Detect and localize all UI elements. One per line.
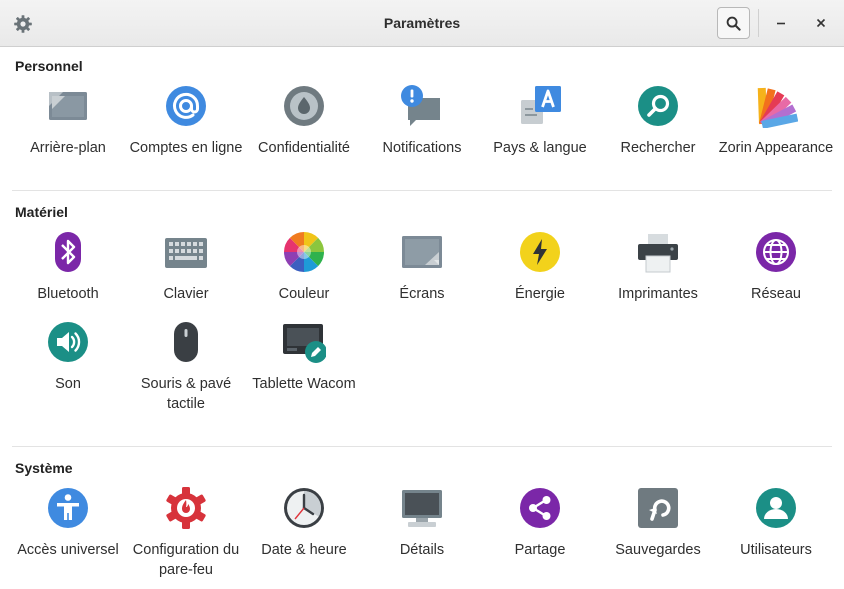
settings-item-keyboard[interactable]: Clavier [127,228,245,318]
online-accounts-icon [164,84,208,128]
titlebar-separator [758,9,759,37]
settings-item-privacy[interactable]: Confidentialité [245,82,363,172]
section-title-personnel: Personnel [15,58,83,74]
settings-item-power[interactable]: Énergie [481,228,599,318]
settings-item-sharing[interactable]: Partage [481,484,599,574]
settings-item-label: Arrière-plan [30,140,106,156]
gear-icon[interactable] [13,14,33,34]
privacy-icon [282,84,326,128]
accessibility-icon [46,486,90,530]
appearance-icon [754,84,798,128]
settings-item-accessibility[interactable]: Accès universel [9,484,127,574]
wacom-tablet-icon [282,320,326,364]
color-wheel-icon [282,230,326,274]
settings-item-background[interactable]: Arrière-plan [9,82,127,172]
settings-item-label: Clavier [163,286,209,302]
settings-item-sound[interactable]: Son [9,318,127,408]
settings-item-wacom-tablet[interactable]: Tablette Wacom [245,318,363,408]
settings-item-label: Son [55,376,81,392]
settings-item-color[interactable]: Couleur [245,228,363,318]
minimize-icon [777,22,785,25]
settings-item-label: Notifications [382,140,462,156]
settings-item-label: Comptes en ligne [129,140,243,156]
settings-item-label: Bluetooth [37,286,99,302]
settings-item-backups[interactable]: Sauvegardes [599,484,717,574]
settings-item-label: Réseau [751,286,801,302]
settings-item-label: Date & heure [261,542,347,558]
personnel-grid: Arrière-plan Comptes en ligne Confidenti… [9,82,835,172]
settings-item-search[interactable]: Rechercher [599,82,717,172]
bluetooth-icon [46,230,90,274]
settings-item-label: Partage [514,542,566,558]
section-divider [12,446,832,447]
search-icon [636,84,680,128]
settings-item-printers[interactable]: Imprimantes [599,228,717,318]
settings-item-label: Imprimantes [618,286,698,302]
firewall-icon [164,486,208,530]
sound-icon [46,320,90,364]
settings-item-label: Énergie [515,286,565,302]
section-title-systeme: Système [15,460,73,476]
region-language-icon [518,84,562,128]
settings-item-displays[interactable]: Écrans [363,228,481,318]
settings-item-label: Zorin Appearance [718,140,834,156]
settings-item-mouse-touchpad[interactable]: Souris & pavé tactile [127,318,245,412]
settings-item-label: Écrans [399,286,445,302]
displays-icon [400,230,444,274]
settings-item-label: Rechercher [620,140,696,156]
backups-icon [636,486,680,530]
settings-item-label: Détails [399,542,445,558]
settings-item-notifications[interactable]: Notifications [363,82,481,172]
materiel-grid: Bluetooth Clavier Couleur Écrans Énergie… [9,228,835,412]
settings-item-users[interactable]: Utilisateurs [717,484,835,574]
minimize-button[interactable] [768,9,794,37]
users-icon [754,486,798,530]
settings-item-label: Utilisateurs [740,542,812,558]
settings-item-label: Accès universel [17,542,119,558]
settings-item-region-language[interactable]: Pays & langue [481,82,599,172]
settings-item-label: Pays & langue [493,140,587,156]
printer-icon [636,230,680,274]
notifications-icon [400,84,444,128]
section-title-materiel: Matériel [15,204,68,220]
mouse-icon [164,320,208,364]
close-button[interactable] [808,9,834,37]
clock-icon [282,486,326,530]
settings-item-label: Couleur [278,286,330,302]
search-button[interactable] [717,7,750,39]
settings-item-firewall[interactable]: Configuration du pare-feu [127,484,245,578]
settings-item-label: Souris & pavé tactile [140,376,232,412]
settings-item-label: Sauvegardes [615,542,701,558]
search-icon [726,16,741,31]
settings-item-details[interactable]: Détails [363,484,481,574]
settings-item-date-time[interactable]: Date & heure [245,484,363,574]
systeme-grid: Accès universel Configuration du pare-fe… [9,484,835,578]
settings-item-label: Configuration du pare-feu [132,542,240,578]
sharing-icon [518,486,562,530]
network-globe-icon [754,230,798,274]
settings-item-label: Confidentialité [258,140,350,156]
settings-item-appearance[interactable]: Zorin Appearance [717,82,835,172]
settings-item-bluetooth[interactable]: Bluetooth [9,228,127,318]
background-icon [46,84,90,128]
title-bar: Paramètres [0,0,844,47]
power-icon [518,230,562,274]
settings-item-label: Tablette Wacom [252,376,356,392]
settings-item-online-accounts[interactable]: Comptes en ligne [127,82,245,172]
details-monitor-icon [400,486,444,530]
settings-item-network[interactable]: Réseau [717,228,835,318]
section-divider [12,190,832,191]
keyboard-icon [164,230,208,274]
close-icon [816,18,826,28]
